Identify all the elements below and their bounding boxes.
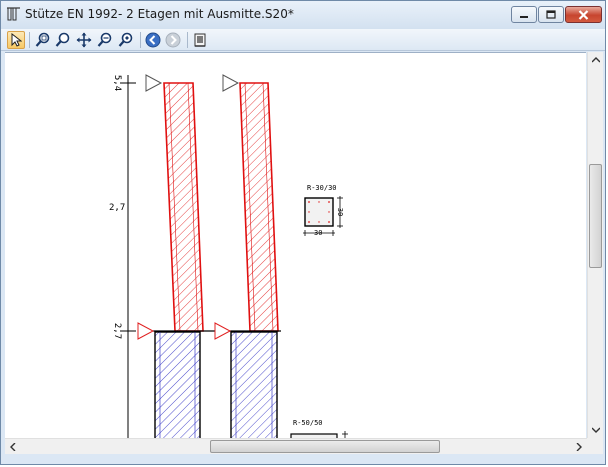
support-mid-right [214,322,232,340]
minimize-button[interactable] [511,6,537,23]
toolbar-separator [187,32,188,48]
zoom-out-icon [97,32,112,47]
pointer-tool-button[interactable] [7,31,25,49]
scroll-down-button[interactable] [588,422,604,438]
section-label-1: R-30/30 [307,184,337,192]
print-icon [194,33,206,47]
support-top-left [145,74,163,92]
horizontal-scrollbar[interactable] [5,438,587,454]
minimize-icon [520,15,528,18]
zoom-all-icon [118,32,133,47]
print-button[interactable] [191,31,209,49]
maximize-icon [546,10,556,19]
close-button[interactable] [565,6,602,23]
upper-column-right [239,82,279,332]
dimension-label-bottom: 2,7 [112,323,122,339]
drawing-canvas[interactable]: 5,4 2,7 2,7 R-30/30 30 30 R-50/50 [5,52,586,439]
arrow-down-icon [592,427,600,433]
pan-button[interactable] [75,31,93,49]
back-button[interactable] [144,31,162,49]
cross-section-r30: R-30/30 30 30 [303,184,344,237]
dimension-label-mid: 2,7 [109,203,125,213]
zoom-window-icon [35,32,50,47]
zoom-out-button[interactable] [96,31,114,49]
window-title: Stütze EN 1992- 2 Etagen mit Ausmitte.S2… [25,7,294,21]
pan-icon [76,32,92,48]
section-label-2: R-50/50 [293,419,323,427]
title-bar[interactable]: Stütze EN 1992- 2 Etagen mit Ausmitte.S2… [1,1,605,29]
close-icon [578,9,589,20]
zoom-window-button[interactable] [34,31,52,49]
lower-column-left [154,331,201,439]
maximize-button[interactable] [538,6,564,23]
toolbar [1,29,605,51]
forward-arrow-icon [165,32,181,48]
scroll-right-button[interactable] [571,439,587,455]
back-arrow-icon [145,32,161,48]
scrollbar-corner [587,438,603,454]
upper-column-left [163,82,204,332]
arrow-right-icon [576,443,582,451]
dimension-label-top: 5,4 [112,75,122,91]
toolbar-separator [140,32,141,48]
section-height-label: 30 [336,208,344,216]
application-window: Stütze EN 1992- 2 Etagen mit Ausmitte.S2… [0,0,606,465]
cross-section-r50: R-50/50 [290,419,348,439]
pointer-icon [11,33,22,47]
zoom-all-button[interactable] [117,31,135,49]
scroll-left-button[interactable] [5,439,21,455]
horizontal-scroll-thumb[interactable] [210,440,440,453]
structural-drawing: 5,4 2,7 2,7 R-30/30 30 30 R-50/50 [109,74,348,439]
section-width-label: 30 [314,229,322,237]
app-icon [7,7,20,21]
arrow-up-icon [592,57,600,63]
forward-button[interactable] [164,31,182,49]
support-mid-left [137,322,155,340]
zoom-in-icon [55,32,70,47]
support-top-right [222,74,240,92]
vertical-scrollbar[interactable] [587,52,603,438]
zoom-in-button[interactable] [54,31,72,49]
arrow-left-icon [10,443,16,451]
vertical-scroll-thumb[interactable] [589,164,602,268]
scroll-up-button[interactable] [588,52,604,68]
lower-column-right [230,331,278,439]
window-footer [1,454,605,464]
toolbar-separator [29,32,30,48]
